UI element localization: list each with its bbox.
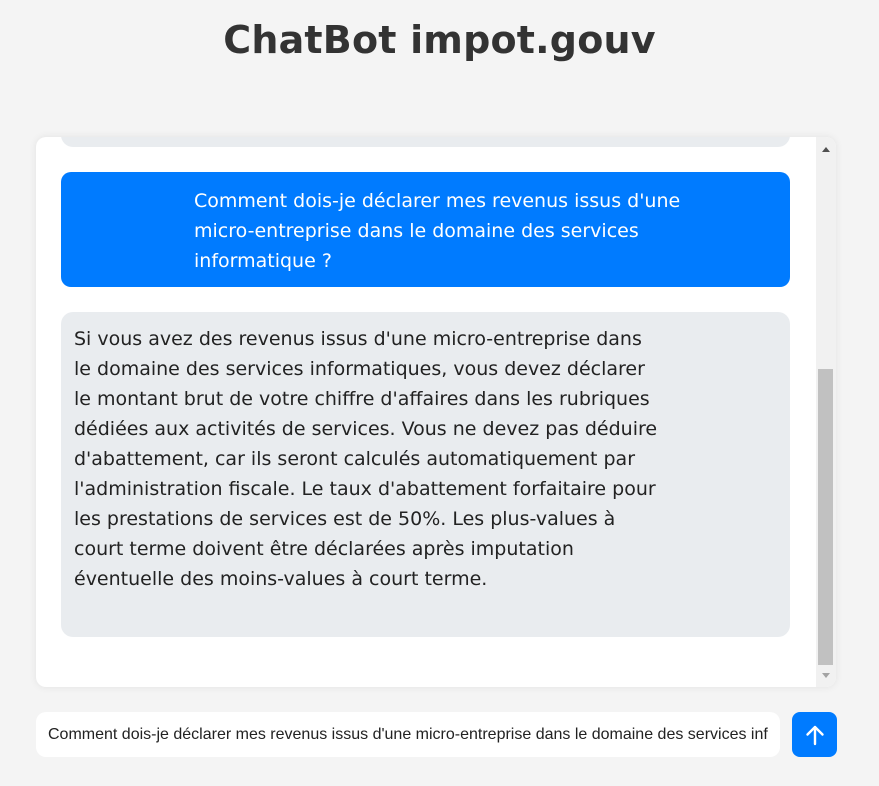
scrollbar-thumb[interactable]	[818, 369, 833, 665]
chat-scrollbar[interactable]	[816, 137, 836, 687]
send-button[interactable]	[792, 712, 837, 757]
previous-message-bubble	[61, 137, 790, 147]
scroll-up-arrow-icon[interactable]	[816, 143, 836, 155]
bot-message-text: Si vous avez des revenus issus d'une mic…	[74, 328, 658, 590]
bot-message-bubble: Si vous avez des revenus issus d'une mic…	[61, 312, 790, 637]
user-message-bubble: Comment dois-je déclarer mes revenus iss…	[61, 172, 790, 287]
user-message-text: Comment dois-je déclarer mes revenus iss…	[194, 190, 681, 272]
page-title: ChatBot impot.gouv	[223, 18, 656, 62]
arrow-up-icon	[805, 725, 824, 745]
scroll-down-arrow-icon[interactable]	[816, 669, 836, 681]
chat-panel: Comment dois-je déclarer mes revenus iss…	[36, 137, 836, 687]
message-list[interactable]: Comment dois-je déclarer mes revenus iss…	[36, 137, 816, 687]
message-input[interactable]	[36, 712, 780, 757]
composer	[36, 712, 837, 757]
